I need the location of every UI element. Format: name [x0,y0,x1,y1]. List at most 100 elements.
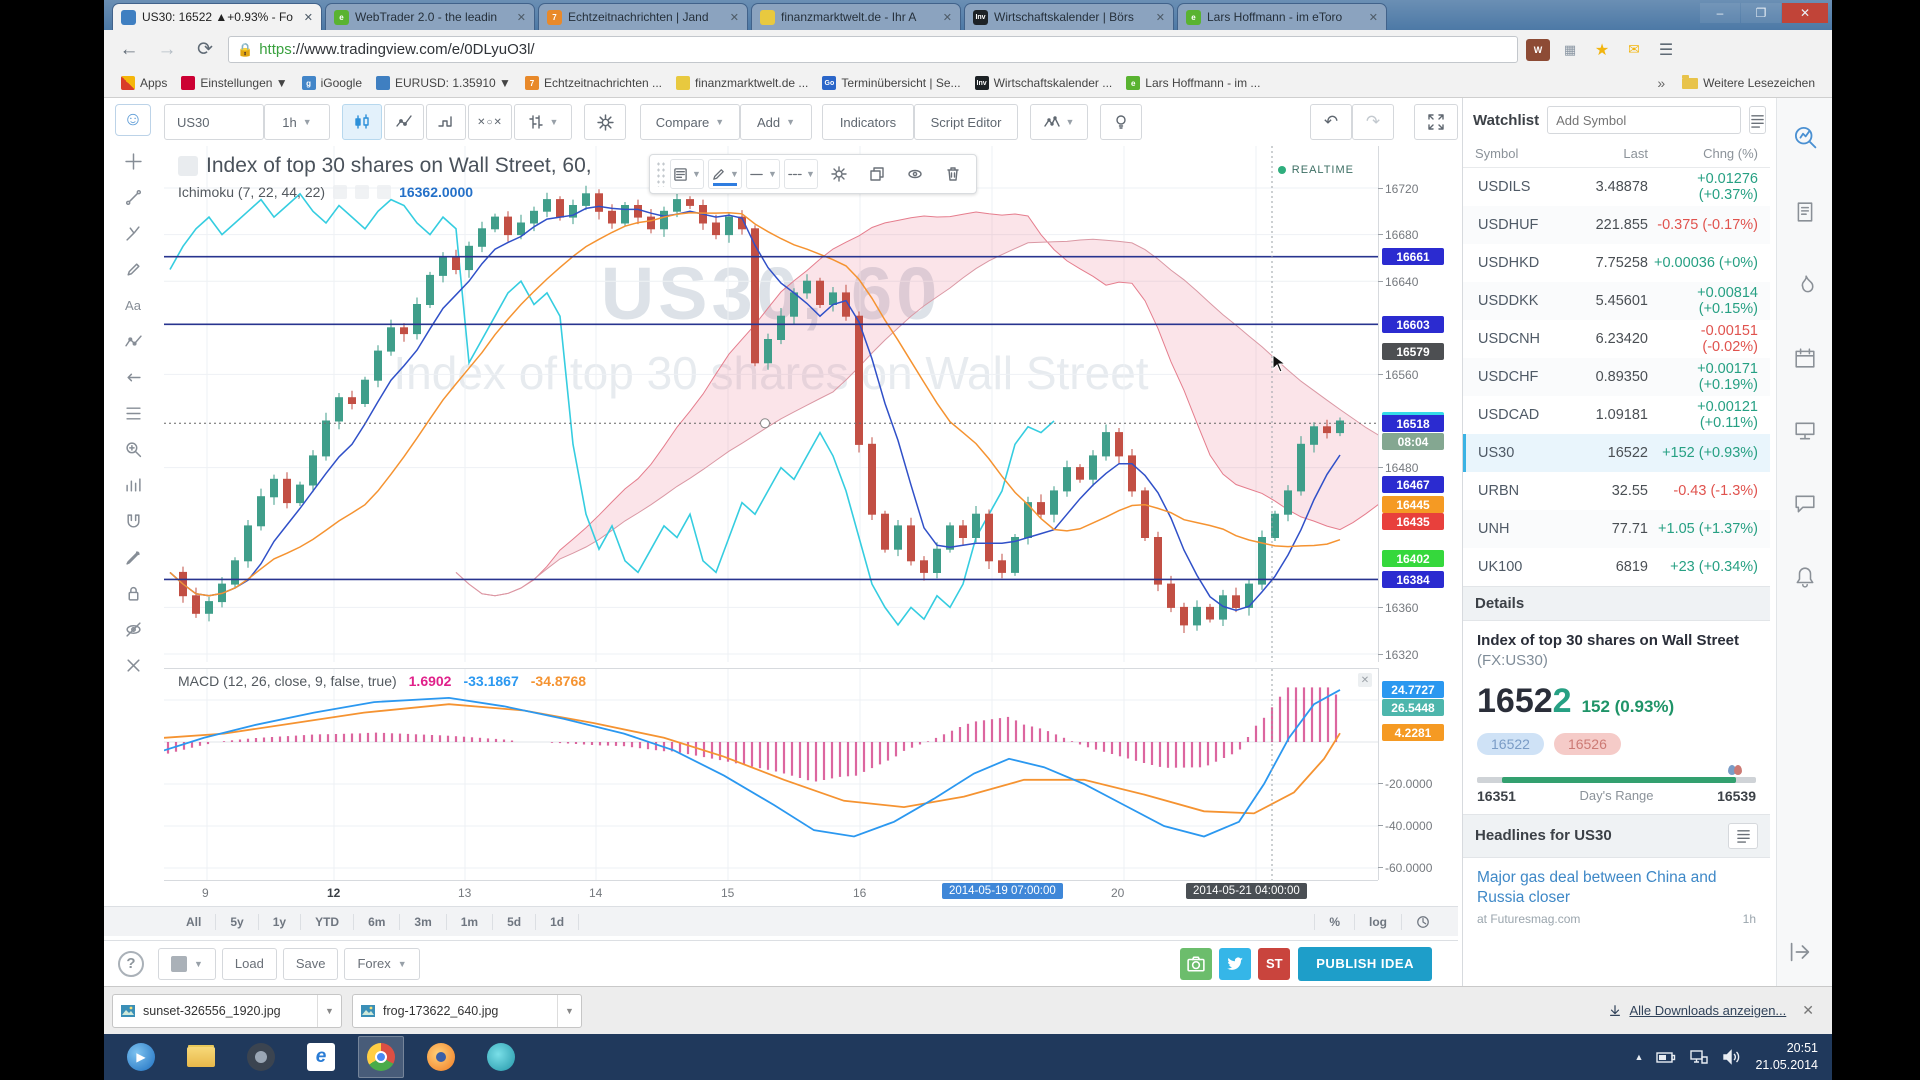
translate-icon[interactable]: ▦ [1558,39,1582,61]
watchlist-row[interactable]: US30 16522 +152 (+0.93%) [1463,434,1770,472]
watchlist-row[interactable]: USDCAD 1.09181 +0.00121 (+0.11%) [1463,396,1770,434]
percent-scale-button[interactable]: % [1314,913,1354,930]
watchlist-row[interactable]: UNH 77.71 +1.05 (+1.37%) [1463,510,1770,548]
bookmarks-overflow-chevron[interactable]: » [1657,75,1665,91]
macd-close-icon[interactable]: ✕ [1358,673,1372,687]
range-button[interactable]: 6m [354,913,401,930]
reload-button[interactable]: ⟳ [190,38,220,61]
interval-select[interactable]: 1h ▼ [264,104,330,140]
file-explorer-icon[interactable] [178,1036,224,1078]
edit-icon[interactable] [113,543,153,572]
category-select[interactable]: Forex ▼ [344,947,420,980]
pnf-style-button[interactable]: ✕○✕ [468,104,512,140]
tab-close-icon[interactable]: ✕ [943,11,952,24]
firefox-icon[interactable] [418,1036,464,1078]
price-chart[interactable]: US30, 60 Index of top 30 shares on Wall … [164,146,1378,662]
log-scale-button[interactable]: log [1354,913,1401,930]
smiley-icon[interactable]: ☺ [115,104,151,136]
bars-style-button[interactable]: ▼ [514,104,572,140]
undo-button[interactable]: ↶ [1310,104,1352,140]
pattern-tool-icon[interactable] [113,327,153,356]
bookmark-item[interactable]: Inv Wirtschaftskalender ... [968,76,1120,90]
study-settings-icon[interactable] [355,185,370,199]
tab-close-icon[interactable]: ✕ [1369,11,1378,24]
publish-idea-button[interactable]: PUBLISH IDEA [1298,946,1432,981]
macd-axis[interactable]: 24.7727 26.5448 4.2281 -20.0000 -40.0000… [1377,668,1458,880]
save-button[interactable]: Save [282,947,339,980]
bookmark-item[interactable]: g iGoogle [295,76,369,90]
pitchfork-icon[interactable] [113,219,153,248]
fullscreen-button[interactable] [1414,104,1458,140]
watchlist-row[interactable]: UK100 6819 +23 (+0.34%) [1463,548,1770,586]
address-bar[interactable]: 🔒 https://www.tradingview.com/e/0DLyuO3l… [228,36,1518,63]
visibility-eye-icon[interactable] [898,159,932,189]
download-caret-icon[interactable]: ▼ [557,994,581,1027]
volume-icon[interactable] [1722,1049,1742,1065]
clone-icon[interactable] [860,159,894,189]
brush-icon[interactable] [113,255,153,284]
bookmark-item[interactable]: Einstellungen ▼ [174,76,294,90]
taskbar-clock[interactable]: 20:51 21.05.2014 [1755,1040,1818,1074]
range-button[interactable]: 3m [400,913,447,930]
forward-button[interactable]: → [152,39,182,61]
battery-icon[interactable] [1656,1050,1676,1064]
magnet-icon[interactable] [113,507,153,536]
text-tool-icon[interactable]: Aa [113,291,153,320]
app-icon-teal[interactable] [478,1036,524,1078]
load-button[interactable]: Load [221,947,277,980]
watchlist-row[interactable]: URBN 32.55 -0.43 (-1.3%) [1463,472,1770,510]
range-button[interactable]: 5y [216,913,259,930]
range-button[interactable]: 1d [536,913,580,930]
chrome-icon[interactable] [358,1036,404,1078]
internet-explorer-icon[interactable]: e [298,1036,344,1078]
snapshot-button[interactable] [1180,947,1213,980]
range-button[interactable]: 5d [493,913,537,930]
back-button[interactable]: ← [114,39,144,61]
watchlist-row[interactable]: USDCHF 0.89350 +0.00171 (+0.19%) [1463,358,1770,396]
bookmark-star-icon[interactable]: ★ [1590,39,1614,61]
crosshair-icon[interactable] [113,147,153,176]
candles-style-button[interactable] [342,104,382,140]
minimize-button[interactable]: – [1700,3,1740,23]
script-editor-button[interactable]: Script Editor [914,104,1018,140]
other-bookmarks[interactable]: Weitere Lesezeichen [1675,74,1822,90]
watchlist-row[interactable]: USDHUF 221.855 -0.375 (-0.17%) [1463,206,1770,244]
indicators-button[interactable]: Indicators [822,104,914,140]
browser-tab[interactable]: Inv Wirtschaftskalender | Börs ✕ [964,3,1174,30]
browser-tab[interactable]: finanzmarktwelt.de - Ihr A ✕ [751,3,961,30]
watchlist-row[interactable]: USDHKD 7.75258 +0.00036 (+0%) [1463,244,1770,282]
line-style-select[interactable]: ▼ [784,159,818,189]
measure-icon[interactable] [113,471,153,500]
bookmark-item[interactable]: EURUSD: 1.35910 ▼ [369,76,518,90]
notifications-bell-icon[interactable] [1794,566,1816,593]
chat-icon[interactable] [1794,493,1816,520]
tray-expand-icon[interactable]: ▲ [1635,1052,1644,1062]
watchlist-row[interactable]: USDILS 3.48878 +0.01276 (+0.37%) [1463,168,1770,206]
calendar-icon[interactable] [1794,347,1816,374]
tab-close-icon[interactable]: ✕ [517,11,526,24]
browser-tab[interactable]: 7 Echtzeitnachrichten | Jand ✕ [538,3,748,30]
add-symbol-input[interactable] [1547,106,1742,134]
menu-icon[interactable]: ☰ [1654,39,1678,61]
extension-icon[interactable]: W [1526,38,1550,61]
hotlists-icon[interactable] [1794,274,1816,301]
price-axis[interactable]: 16720 16680 16661 16640 16603 16579 1656… [1377,146,1458,662]
theme-swatch-button[interactable]: ▼ [158,947,216,980]
lock-icon[interactable] [113,579,153,608]
remove-drawings-icon[interactable] [113,651,153,680]
templates-button[interactable]: ▼ [670,159,704,189]
download-caret-icon[interactable]: ▼ [317,994,341,1027]
maximize-button[interactable]: ❐ [1741,3,1781,23]
browser-tab[interactable]: e Lars Hoffmann - im eToro ✕ [1177,3,1387,30]
show-all-downloads-link[interactable]: Alle Downloads anzeigen... [1608,1003,1786,1018]
download-item[interactable]: frog-173622_640.jpg ▼ [352,993,582,1028]
zoom-icon[interactable] [113,435,153,464]
time-axis[interactable]: 9 12 13 14 15 16 2014-05-19 07:00:00 20 … [164,880,1378,906]
range-button[interactable]: 1m [447,913,494,930]
app-icon-dark[interactable] [238,1036,284,1078]
chart-properties-button[interactable] [584,104,626,140]
help-button[interactable]: ? [118,950,144,977]
download-item[interactable]: sunset-326556_1920.jpg ▼ [112,993,342,1028]
watchlist-menu-icon[interactable] [1749,106,1767,134]
mail-icon[interactable]: ✉ [1622,39,1646,61]
